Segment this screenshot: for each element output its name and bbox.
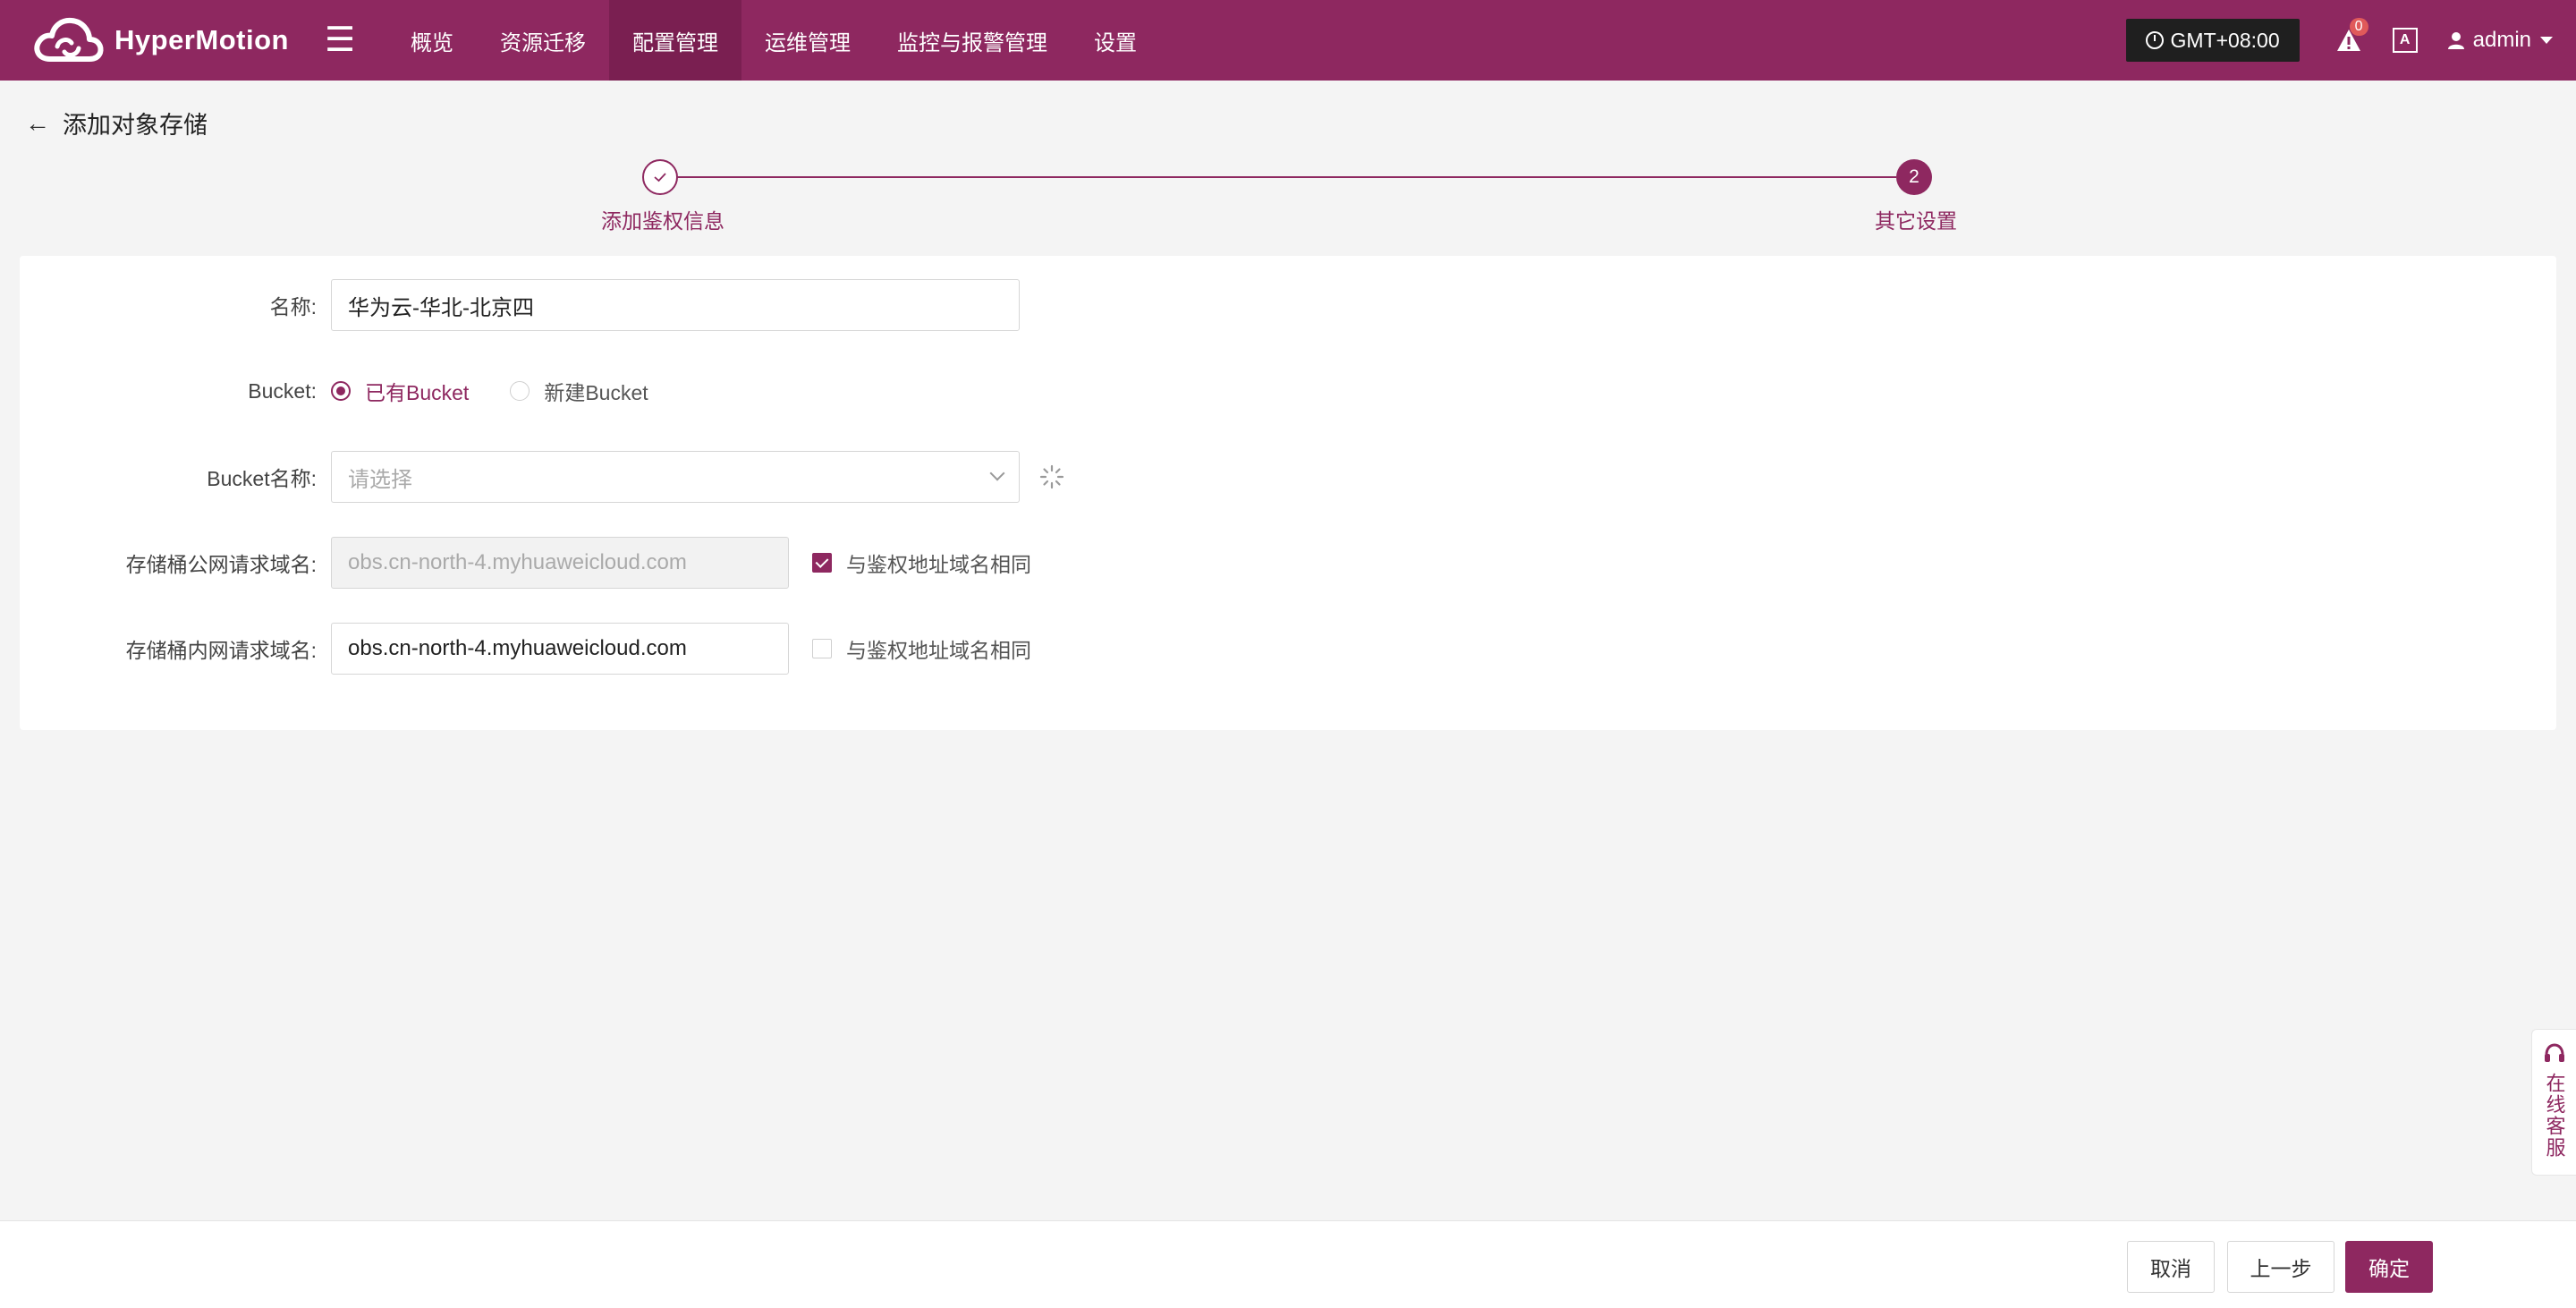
- step-indicator: 添加鉴权信息 2 其它设置: [0, 157, 2576, 238]
- main-nav: 概览 资源迁移 配置管理 运维管理 监控与报警管理 设置: [387, 0, 1160, 81]
- cancel-button[interactable]: 取消: [2127, 1241, 2215, 1293]
- confirm-button[interactable]: 确定: [2345, 1241, 2433, 1293]
- private-domain-input[interactable]: obs.cn-north-4.myhuaweicloud.com: [331, 623, 789, 675]
- form-card: 名称: 华为云-华北-北京四 Bucket: 已有Bucket 新建Bucket…: [20, 256, 2556, 730]
- user-icon: [2447, 32, 2464, 49]
- radio-dot-icon: [331, 381, 351, 401]
- form-row-bucket-name: Bucket名称: 请选择: [20, 451, 1064, 503]
- online-service-tab[interactable]: 在线客服: [2531, 1029, 2576, 1176]
- bucket-name-placeholder: 请选择: [348, 467, 412, 492]
- footer-actions: 取消 上一步 确定: [0, 1220, 2576, 1308]
- app-name: HyperMotion: [114, 24, 289, 55]
- page-header: ← 添加对象存储: [25, 106, 208, 140]
- page-title: 添加对象存储: [63, 112, 208, 139]
- alert-button[interactable]: 0: [2335, 18, 2368, 54]
- user-name: admin: [2472, 28, 2531, 52]
- form-row-bucket: Bucket: 已有Bucket 新建Bucket: [20, 365, 690, 417]
- step-2-current: 2: [1896, 159, 1932, 195]
- radio-dot-icon: [510, 381, 530, 401]
- form-row-public-domain: 存储桶公网请求域名: obs.cn-north-4.myhuaweicloud.…: [20, 537, 1031, 589]
- nav-item-monitor[interactable]: 监控与报警管理: [874, 0, 1071, 81]
- headset-icon: [2544, 1043, 2564, 1062]
- form-row-name: 名称: 华为云-华北-北京四: [20, 279, 1020, 331]
- bucket-label: Bucket:: [248, 378, 317, 403]
- checkbox-checked-icon: [812, 553, 832, 573]
- clock-icon: [2145, 31, 2164, 49]
- back-arrow-icon[interactable]: ←: [25, 109, 50, 138]
- loading-spinner-icon: [1039, 464, 1064, 489]
- public-domain-input: obs.cn-north-4.myhuaweicloud.com: [331, 537, 789, 589]
- step-connector: [676, 176, 1896, 178]
- private-domain-label: 存储桶内网请求域名:: [125, 639, 317, 662]
- check-icon: [654, 173, 666, 183]
- step-1-label: 添加鉴权信息: [601, 209, 724, 233]
- timezone-label: GMT+08:00: [2170, 28, 2280, 52]
- nav-item-overview[interactable]: 概览: [387, 0, 477, 81]
- bucket-name-label: Bucket名称:: [207, 467, 317, 490]
- step-2-label: 其它设置: [1875, 209, 1957, 233]
- previous-step-button[interactable]: 上一步: [2227, 1241, 2334, 1293]
- language-icon[interactable]: A: [2392, 28, 2418, 53]
- top-navbar: HyperMotion ☰ 概览 资源迁移 配置管理 运维管理 监控与报警管理 …: [0, 0, 2576, 81]
- nav-item-config[interactable]: 配置管理: [609, 0, 742, 81]
- online-service-label: 在线客服: [2543, 1073, 2566, 1159]
- app-logo[interactable]: HyperMotion: [30, 0, 289, 81]
- checkbox-unchecked-icon: [812, 639, 832, 658]
- alert-count-badge: 0: [2349, 18, 2368, 36]
- name-label: 名称:: [269, 295, 317, 319]
- nav-item-ops[interactable]: 运维管理: [741, 0, 874, 81]
- radio-new-bucket[interactable]: 新建Bucket: [510, 376, 648, 406]
- public-same-domain-checkbox[interactable]: 与鉴权地址域名相同: [812, 548, 1031, 578]
- timezone-button[interactable]: GMT+08:00: [2125, 19, 2300, 62]
- menu-toggle-icon[interactable]: ☰: [325, 23, 355, 57]
- bucket-name-select[interactable]: 请选择: [331, 451, 1020, 503]
- private-same-domain-checkbox[interactable]: 与鉴权地址域名相同: [812, 633, 1031, 664]
- caret-down-icon: [2540, 37, 2553, 44]
- form-row-private-domain: 存储桶内网请求域名: obs.cn-north-4.myhuaweicloud.…: [20, 623, 1031, 675]
- nav-item-settings[interactable]: 设置: [1071, 0, 1160, 81]
- radio-existing-bucket[interactable]: 已有Bucket: [331, 376, 469, 406]
- nav-item-migration[interactable]: 资源迁移: [477, 0, 609, 81]
- public-domain-label: 存储桶公网请求域名:: [125, 553, 317, 576]
- cloud-logo-icon: [34, 17, 104, 62]
- header-tools: GMT+08:00 0 A admin: [2125, 0, 2553, 81]
- name-input[interactable]: 华为云-华北-北京四: [331, 279, 1020, 331]
- chevron-down-icon: [989, 465, 1005, 481]
- user-menu[interactable]: admin: [2446, 28, 2553, 53]
- step-1-done: [642, 159, 678, 195]
